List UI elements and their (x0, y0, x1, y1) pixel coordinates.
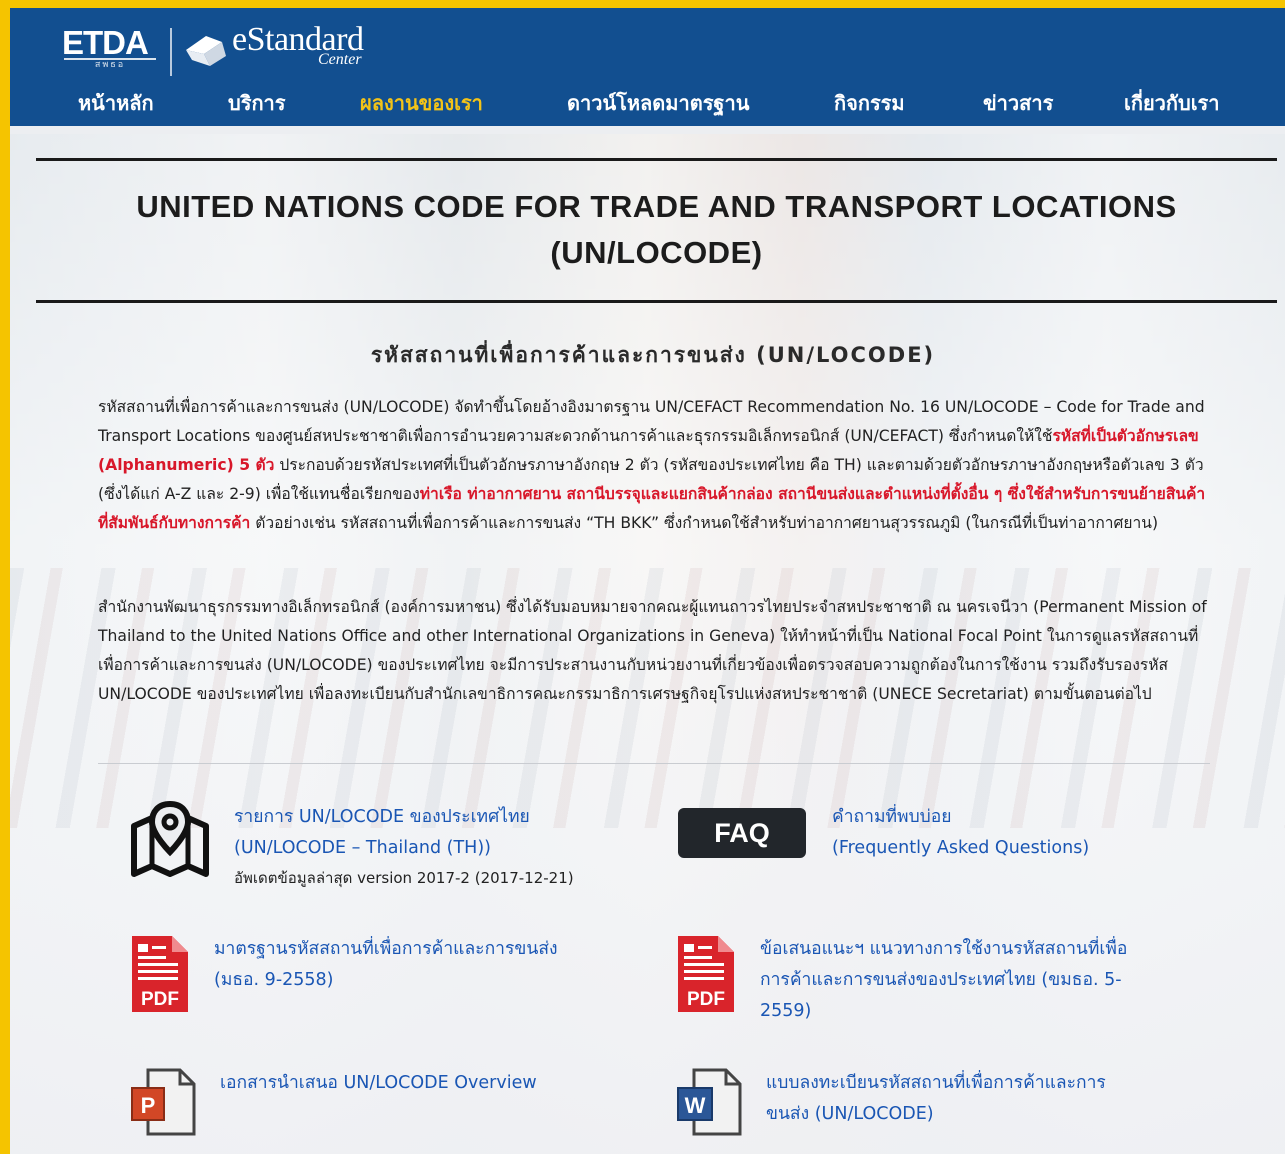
content-separator (98, 763, 1210, 764)
guideline-pdf-link-line3[interactable]: 2559) (760, 996, 1127, 1027)
register-doc-link-sub[interactable]: ขนส่ง (UN/LOCODE) (766, 1099, 1106, 1130)
faq-block: คำถามที่พบบ่อย (Frequently Asked Questio… (832, 802, 1089, 864)
word-icon-letter: W (685, 1093, 706, 1118)
title-rule-top (36, 158, 1277, 161)
overview-ppt-link[interactable]: เอกสารนำเสนอ UN/LOCODE Overview (220, 1068, 537, 1099)
intro-text-3: ตัวอย่างเช่น รหัสสถานที่เพื่อการค้าและกา… (250, 514, 1159, 532)
page-title-line2: (UN/LOCODE) (550, 235, 763, 270)
faq-badge-icon[interactable]: FAQ (678, 808, 806, 858)
page-title: UNITED NATIONS CODE FOR TRADE AND TRANSP… (36, 184, 1277, 276)
pdf-file-icon-label: PDF (141, 989, 179, 1010)
intro-paragraph: รหัสสถานที่เพื่อการค้าและการขนส่ง (UN/LO… (98, 393, 1210, 538)
pdf-file-icon[interactable]: PDF (676, 934, 736, 1014)
logo-divider (170, 28, 172, 76)
nav-item-about-us[interactable]: เกี่ยวกับเรา (1124, 88, 1220, 118)
map-pin-icon[interactable] (130, 800, 210, 880)
faq-link[interactable]: คำถามที่พบบ่อย (832, 802, 1089, 833)
nav-item-news[interactable]: ข่าวสาร (983, 88, 1053, 118)
guideline-pdf-link[interactable]: ข้อเสนอแนะฯ แนวทางการใช้งานรหัสสถานที่เพ… (760, 934, 1127, 965)
nav-item-activities[interactable]: กิจกรรม (834, 88, 905, 118)
locode-list-update-note: อัพเดตข้อมูลล่าสุด version 2017-2 (2017-… (234, 869, 574, 887)
overview-ppt-block: เอกสารนำเสนอ UN/LOCODE Overview (220, 1068, 537, 1099)
standard-pdf-link[interactable]: มาตรฐานรหัสสถานที่เพื่อการค้าและการขนส่ง (214, 934, 558, 965)
etda-logo-subtext: สพธอ (64, 58, 156, 72)
nav-item-home[interactable]: หน้าหลัก (78, 88, 154, 118)
nav-item-services[interactable]: บริการ (228, 88, 286, 118)
guideline-pdf-block: ข้อเสนอแนะฯ แนวทางการใช้งานรหัสสถานที่เพ… (760, 934, 1127, 1027)
section-heading: รหัสสถานที่เพื่อการค้าและการขนส่ง (UN/LO… (370, 343, 936, 367)
register-doc-block: แบบลงทะเบียนรหัสสถานที่เพื่อการค้าและการ… (766, 1068, 1106, 1130)
faq-link-sub[interactable]: (Frequently Asked Questions) (832, 833, 1089, 864)
pdf-file-icon[interactable]: PDF (130, 934, 190, 1014)
locode-list-link-sub[interactable]: (UN/LOCODE – Thailand (TH)) (234, 833, 574, 864)
locode-list-link[interactable]: รายการ UN/LOCODE ของประเทศไทย (234, 802, 574, 833)
word-file-icon[interactable]: W (676, 1068, 742, 1138)
powerpoint-icon-letter: P (141, 1093, 156, 1118)
standard-pdf-block: มาตรฐานรหัสสถานที่เพื่อการค้าและการขนส่ง… (214, 934, 558, 996)
powerpoint-file-icon[interactable]: P (130, 1068, 196, 1138)
locode-list-block: รายการ UN/LOCODE ของประเทศไทย (UN/LOCODE… (234, 802, 574, 892)
etda-logo[interactable]: ETDA (62, 26, 149, 60)
register-doc-link[interactable]: แบบลงทะเบียนรหัสสถานที่เพื่อการค้าและการ (766, 1068, 1106, 1099)
page-title-line1: UNITED NATIONS CODE FOR TRADE AND TRANSP… (136, 189, 1177, 224)
page-frame: ETDA สพธอ eStandard Center หน้าหลัก บริก… (10, 8, 1285, 1154)
standard-pdf-link-sub[interactable]: (มธอ. 9-2558) (214, 965, 558, 996)
pdf-file-icon-label: PDF (687, 989, 725, 1010)
focal-point-paragraph: สำนักงานพัฒนาธุรกรรมทางอิเล็กทรอนิกส์ (อ… (98, 598, 1207, 703)
main-menu: หน้าหลัก บริการ ผลงานของเรา ดาวน์โหลดมาต… (10, 88, 1285, 118)
intro-text-1: รหัสสถานที่เพื่อการค้าและการขนส่ง (UN/LO… (98, 398, 1205, 445)
site-header: ETDA สพธอ eStandard Center หน้าหลัก บริก… (10, 8, 1285, 126)
nav-item-our-works[interactable]: ผลงานของเรา (360, 88, 483, 118)
title-rule-bottom (36, 300, 1277, 303)
nav-item-download-standards[interactable]: ดาวน์โหลดมาตรฐาน (567, 88, 749, 118)
estandard-logo-center: Center (318, 51, 362, 68)
estandard-logo-icon (186, 36, 226, 66)
guideline-pdf-link-line2[interactable]: การค้าและการขนส่งของประเทศไทย (ขมธอ. 5- (760, 965, 1127, 996)
